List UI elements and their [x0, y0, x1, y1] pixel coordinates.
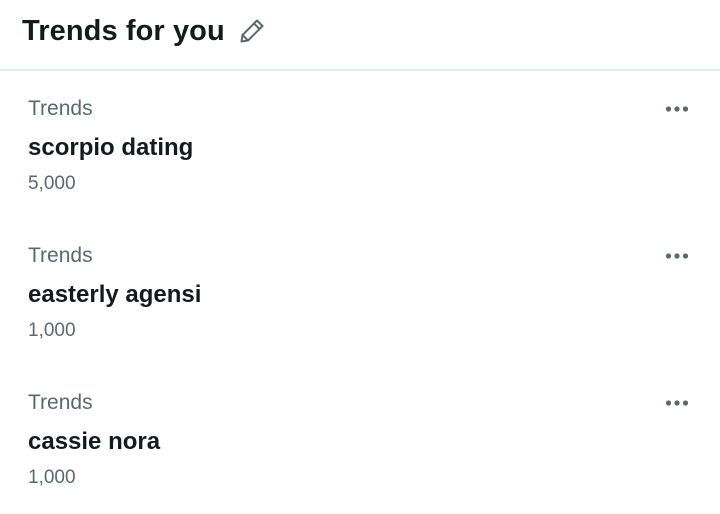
more-options-button[interactable] [662, 97, 692, 121]
trend-count: 1,000 [28, 467, 76, 488]
trend-name: scorpio dating [28, 134, 194, 161]
trend-list: Trends scorpio dating 5,000 Trends easte… [0, 73, 720, 514]
more-horizontal-icon [665, 106, 689, 112]
trend-category: Trends [28, 97, 93, 120]
more-horizontal-icon [665, 400, 689, 406]
trend-item[interactable]: Trends cassie nora 1,000 [0, 367, 720, 514]
trend-item[interactable]: Trends scorpio dating 5,000 [0, 73, 720, 220]
more-horizontal-icon [665, 253, 689, 259]
trend-category: Trends [28, 391, 93, 414]
trend-count: 1,000 [28, 320, 76, 341]
trends-header: Trends for you [0, 0, 720, 71]
trend-category: Trends [28, 244, 93, 267]
trend-name: easterly agensi [28, 281, 202, 308]
trend-count: 5,000 [28, 173, 76, 194]
more-options-button[interactable] [662, 391, 692, 415]
pencil-icon[interactable] [236, 15, 268, 47]
trend-item[interactable]: Trends easterly agensi 1,000 [0, 220, 720, 367]
trend-name: cassie nora [28, 428, 161, 455]
more-options-button[interactable] [662, 244, 692, 268]
page-title: Trends for you [22, 15, 225, 47]
